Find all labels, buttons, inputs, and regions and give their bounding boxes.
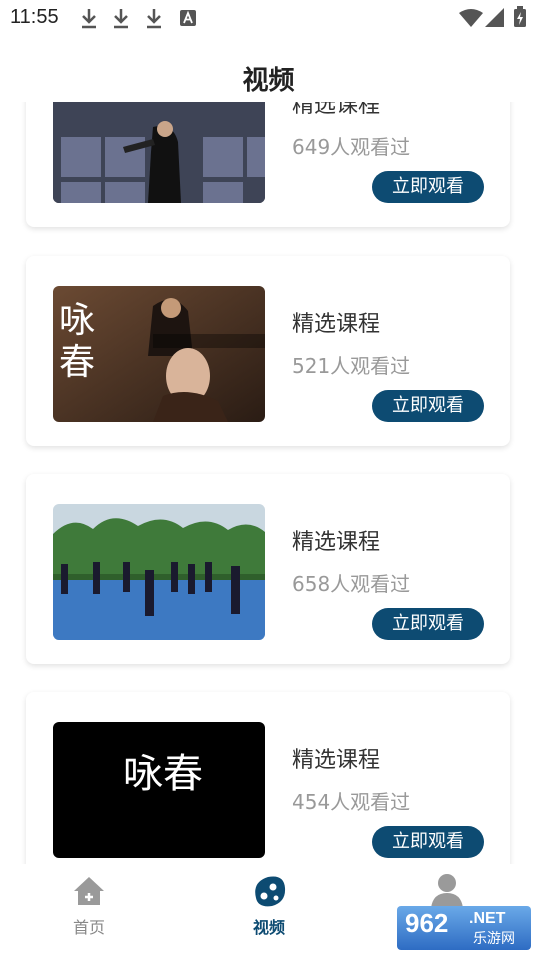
download-icon [145, 7, 163, 33]
page-title: 视频 [242, 66, 295, 96]
site-watermark: 962 .NET 乐游网 [397, 906, 531, 950]
watermark-net: .NET [469, 910, 506, 927]
list-item[interactable]: 精选课程 658人观看过 立即观看 [26, 474, 510, 664]
list-item[interactable]: 咏春 精选课程 454人观看过 立即观看 [26, 692, 510, 864]
home-icon [74, 877, 104, 905]
download-icon [80, 7, 98, 33]
wifi-icon [459, 8, 483, 32]
video-thumbnail[interactable]: 咏春 [53, 286, 265, 422]
view-count: 521人观看过 [292, 354, 411, 378]
view-count: 658人观看过 [292, 572, 411, 596]
course-title: 精选课程 [292, 530, 381, 555]
course-title: 精选课程 [292, 748, 381, 773]
list-item[interactable]: 精选课程 649人观看过 立即观看 [26, 102, 510, 227]
video-thumbnail[interactable] [53, 504, 265, 640]
course-title: 精选课程 [292, 102, 381, 118]
tab-home-label: 首页 [72, 918, 105, 937]
thumbnail-caption: 咏春 [123, 751, 203, 797]
user-icon [431, 874, 463, 908]
video-icon [255, 876, 286, 907]
tab-video[interactable]: 视频 [219, 864, 319, 956]
tab-home[interactable]: 首页 [39, 864, 139, 956]
view-count: 649人观看过 [292, 135, 411, 159]
course-title: 精选课程 [292, 312, 381, 337]
status-time: 11:55 [10, 6, 59, 28]
list-item[interactable]: 咏春 精选课程 521人观看过 立即观看 [26, 256, 510, 446]
video-thumbnail[interactable]: 咏春 [53, 722, 265, 858]
view-count: 454人观看过 [292, 790, 411, 814]
watch-now-button[interactable]: 立即观看 [372, 826, 484, 858]
watermark-cn: 乐游网 [473, 931, 515, 947]
tab-video-label: 视频 [252, 918, 285, 937]
download-icon [112, 7, 130, 33]
watermark-brand: 962 [405, 908, 449, 938]
thumbnail-caption: 咏春 [59, 300, 96, 383]
video-list[interactable]: 精选课程 649人观看过 立即观看 咏春 精选课程 521人观看过 立即观看 精… [0, 102, 537, 864]
battery-charging-icon [513, 6, 527, 32]
watch-now-button[interactable]: 立即观看 [372, 390, 484, 422]
watch-now-button[interactable]: 立即观看 [372, 608, 484, 640]
notification-app-icon [179, 9, 197, 31]
watch-now-button[interactable]: 立即观看 [372, 171, 484, 203]
video-thumbnail[interactable] [53, 102, 265, 203]
cellular-signal-icon [485, 8, 505, 32]
status-bar: 11:55 [0, 0, 537, 36]
